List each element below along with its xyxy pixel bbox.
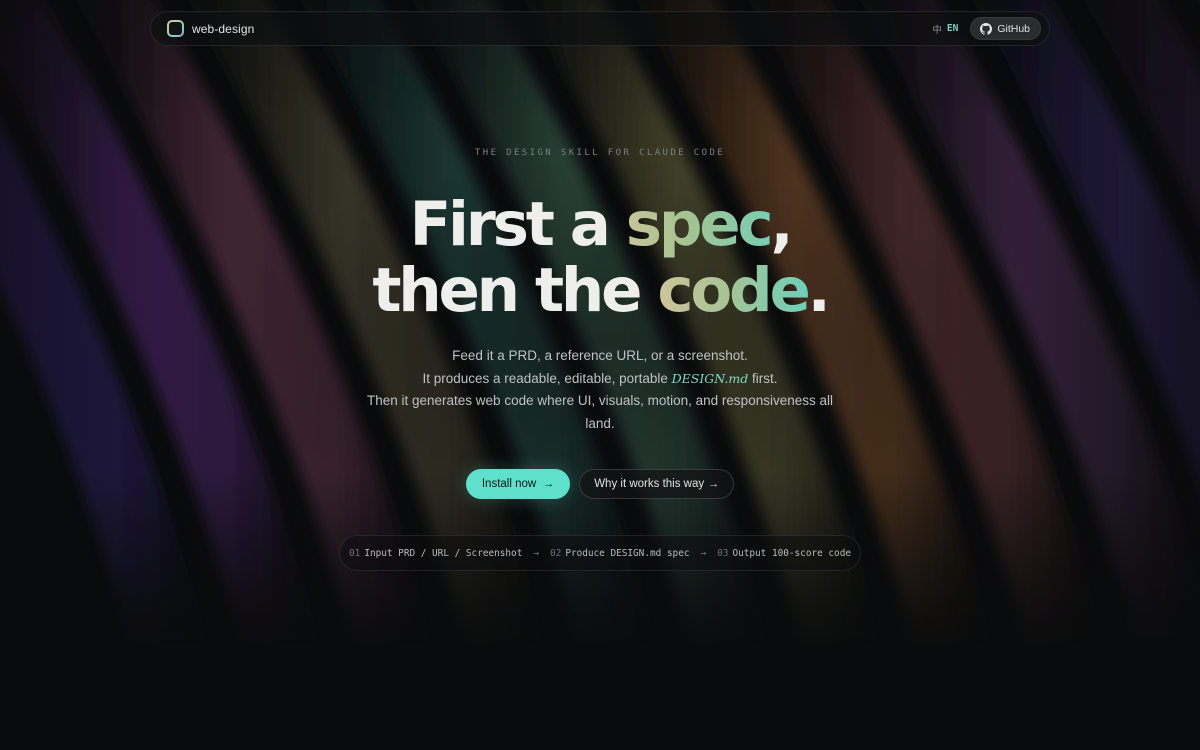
github-label: GitHub	[997, 22, 1030, 35]
lang-option-en[interactable]: EN	[947, 23, 958, 34]
hero-headline: First a spec, then the code.	[0, 192, 1200, 324]
description-line-1: Feed it a PRD, a reference URL, or a scr…	[452, 348, 748, 363]
step-arrow-icon: →	[533, 547, 540, 559]
lang-option-zh[interactable]: 中	[932, 22, 942, 36]
headline-accent-code: code	[657, 255, 811, 326]
headline-accent-spec: spec	[625, 189, 774, 260]
step-3: 03 Output 100-score code	[717, 547, 851, 559]
workflow-steps: 01 Input PRD / URL / Screenshot → 02 Produ…	[339, 535, 861, 571]
why-it-works-label: Why it works this way	[594, 478, 705, 490]
install-now-button[interactable]: Install now →	[465, 469, 571, 499]
brand[interactable]: web-design	[167, 20, 254, 37]
brand-name: web-design	[192, 21, 255, 36]
description-line-2: It produces a readable, editable, portab…	[422, 370, 778, 386]
arrow-right-icon: →	[708, 478, 720, 490]
hero-cta-group: Install now → Why it works this way →	[0, 469, 1200, 499]
headline-line-1: First a spec,	[409, 189, 794, 260]
hero-eyebrow: THE DESIGN SKILL FOR CLAUDE CODE	[474, 148, 726, 158]
arrow-right-icon: →	[543, 478, 555, 490]
install-now-label: Install now	[481, 478, 537, 490]
description-line-3: Then it generates web code where UI, vis…	[366, 393, 833, 431]
nav-actions: 中 EN GitHub	[932, 17, 1041, 40]
headline-line-2: then the code.	[372, 255, 831, 326]
why-it-works-button[interactable]: Why it works this way →	[579, 469, 735, 499]
language-switcher[interactable]: 中 EN	[932, 22, 958, 36]
design-md-highlight: DESIGN.md	[671, 370, 749, 386]
top-nav: web-design 中 EN GitHub	[150, 11, 1050, 46]
github-icon	[980, 22, 993, 35]
step-2: 02 Produce DESIGN.md spec	[550, 547, 690, 559]
step-arrow-icon: →	[700, 547, 707, 559]
hero-description: Feed it a PRD, a reference URL, or a scr…	[360, 345, 840, 435]
github-button[interactable]: GitHub	[970, 17, 1041, 40]
logo-icon	[167, 20, 184, 37]
step-1: 01 Input PRD / URL / Screenshot	[349, 547, 523, 559]
